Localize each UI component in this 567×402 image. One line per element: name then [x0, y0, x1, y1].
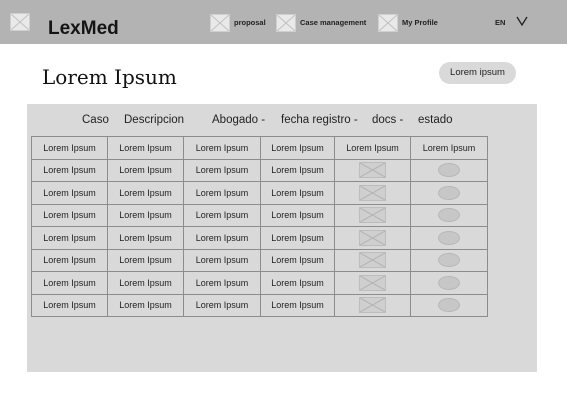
- chevron-down-icon[interactable]: [516, 16, 528, 26]
- table-cell: Lorem Ipsum: [107, 181, 184, 205]
- column-header-caso[interactable]: Caso: [82, 114, 109, 126]
- status-cell: [410, 248, 488, 272]
- docs-cell: [334, 248, 411, 272]
- top-navigation-bar: LexMed proposal Case management My Profi…: [0, 0, 567, 44]
- docs-cell: [334, 271, 411, 295]
- header-cell: Lorem Ipsum: [260, 136, 335, 160]
- header-cell: Lorem Ipsum: [183, 136, 261, 160]
- table-cell: Lorem Ipsum: [107, 293, 184, 317]
- docs-cell: [334, 203, 411, 227]
- status-cell: [410, 181, 488, 205]
- column-header-abogado[interactable]: Abogado -: [212, 114, 265, 126]
- logo-image-placeholder-icon: [10, 13, 30, 31]
- header-cell: Lorem Ipsum: [107, 136, 184, 160]
- table-row[interactable]: Lorem Ipsum Lorem Ipsum Lorem Ipsum Lorem I…: [31, 226, 488, 250]
- primary-action-button[interactable]: Lorem ipsum: [439, 62, 516, 84]
- cases-table: Lorem Ipsum Lorem Ipsum Lorem Ipsum Lore…: [31, 136, 488, 317]
- table-cell: Lorem Ipsum: [107, 158, 184, 182]
- status-cell: [410, 271, 488, 295]
- table-cell: Lorem Ipsum: [183, 203, 261, 227]
- table-cell: Lorem Ipsum: [260, 181, 335, 205]
- table-cell: Lorem Ipsum: [183, 158, 261, 182]
- table-cell: Lorem Ipsum: [31, 158, 108, 182]
- status-cell: [410, 293, 488, 317]
- image-placeholder-icon: [210, 14, 230, 32]
- table-row[interactable]: Lorem Ipsum Lorem Ipsum Lorem Ipsum Lorem I…: [31, 293, 488, 317]
- table-cell: Lorem Ipsum: [183, 293, 261, 317]
- table-cell: Lorem Ipsum: [260, 158, 335, 182]
- status-dot-icon: [438, 275, 460, 290]
- table-cell: Lorem Ipsum: [260, 248, 335, 272]
- page-title: Lorem Ipsum: [42, 65, 177, 89]
- table-row[interactable]: Lorem Ipsum Lorem Ipsum Lorem Ipsum Lorem I…: [31, 203, 488, 227]
- table-cell: Lorem Ipsum: [31, 293, 108, 317]
- table-row[interactable]: Lorem Ipsum Lorem Ipsum Lorem Ipsum Lorem I…: [31, 158, 488, 182]
- image-placeholder-icon: [276, 14, 296, 32]
- table-header-row: Lorem Ipsum Lorem Ipsum Lorem Ipsum Lore…: [31, 136, 488, 160]
- image-placeholder-icon[interactable]: [359, 207, 386, 224]
- status-dot-icon: [438, 230, 460, 245]
- image-placeholder-icon[interactable]: [359, 162, 386, 179]
- status-dot-icon: [438, 185, 460, 200]
- table-cell: Lorem Ipsum: [183, 226, 261, 250]
- header-cell: Lorem Ipsum: [410, 136, 488, 160]
- status-dot-icon: [438, 163, 460, 178]
- table-row[interactable]: Lorem Ipsum Lorem Ipsum Lorem Ipsum Lorem I…: [31, 181, 488, 205]
- table-cell: Lorem Ipsum: [107, 271, 184, 295]
- table-cell: Lorem Ipsum: [107, 248, 184, 272]
- image-placeholder-icon: [378, 14, 398, 32]
- column-header-docs[interactable]: docs -: [372, 114, 403, 126]
- table-cell: Lorem Ipsum: [31, 248, 108, 272]
- header-cell: Lorem Ipsum: [31, 136, 108, 160]
- table-cell: Lorem Ipsum: [31, 181, 108, 205]
- table-cell: Lorem Ipsum: [260, 226, 335, 250]
- image-placeholder-icon[interactable]: [359, 229, 386, 246]
- table-cell: Lorem Ipsum: [260, 293, 335, 317]
- table-cell: Lorem Ipsum: [31, 203, 108, 227]
- status-cell: [410, 158, 488, 182]
- nav-item-label: My Profile: [402, 18, 438, 27]
- table-cell: Lorem Ipsum: [107, 203, 184, 227]
- status-dot-icon: [438, 298, 460, 313]
- table-cell: Lorem Ipsum: [107, 226, 184, 250]
- table-cell: Lorem Ipsum: [183, 248, 261, 272]
- image-placeholder-icon[interactable]: [359, 297, 386, 314]
- status-cell: [410, 203, 488, 227]
- image-placeholder-icon[interactable]: [359, 252, 386, 269]
- language-selector[interactable]: EN: [495, 18, 505, 27]
- status-cell: [410, 226, 488, 250]
- status-dot-icon: [438, 253, 460, 268]
- image-placeholder-icon[interactable]: [359, 184, 386, 201]
- image-placeholder-icon[interactable]: [359, 274, 386, 291]
- docs-cell: [334, 226, 411, 250]
- header-cell: Lorem Ipsum: [334, 136, 411, 160]
- app-logo[interactable]: LexMed: [48, 18, 119, 40]
- status-dot-icon: [438, 208, 460, 223]
- table-cell: Lorem Ipsum: [31, 226, 108, 250]
- table-row[interactable]: Lorem Ipsum Lorem Ipsum Lorem Ipsum Lorem I…: [31, 271, 488, 295]
- nav-item-label: Case management: [300, 18, 367, 27]
- column-header-estado[interactable]: estado: [418, 114, 453, 126]
- table-cell: Lorem Ipsum: [183, 271, 261, 295]
- nav-item-label: proposal: [234, 18, 266, 27]
- column-header-fecha-registro[interactable]: fecha registro -: [281, 114, 358, 126]
- table-cell: Lorem Ipsum: [260, 203, 335, 227]
- table-row[interactable]: Lorem Ipsum Lorem Ipsum Lorem Ipsum Lorem I…: [31, 248, 488, 272]
- docs-cell: [334, 293, 411, 317]
- column-header-descripcion[interactable]: Descripcion: [124, 114, 184, 126]
- table-cell: Lorem Ipsum: [183, 181, 261, 205]
- table-cell: Lorem Ipsum: [31, 271, 108, 295]
- docs-cell: [334, 181, 411, 205]
- table-cell: Lorem Ipsum: [260, 271, 335, 295]
- docs-cell: [334, 158, 411, 182]
